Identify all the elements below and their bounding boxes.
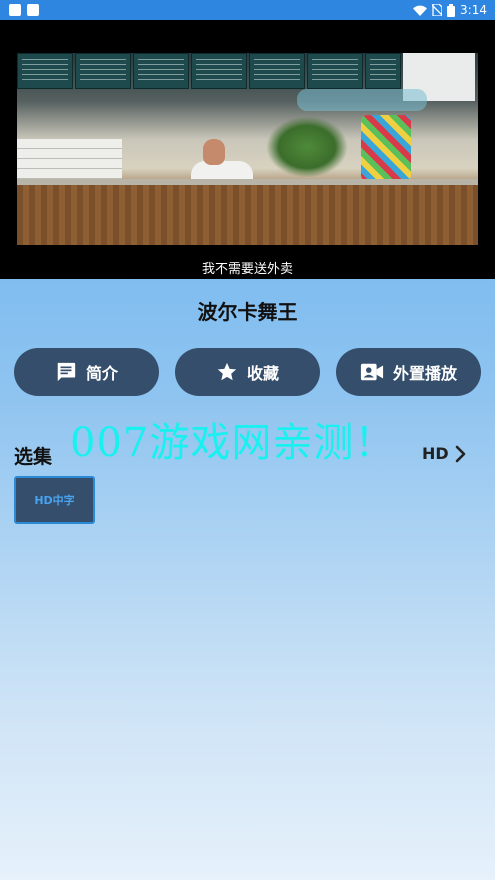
favorite-button[interactable]: 收藏 bbox=[175, 348, 320, 396]
battery-icon bbox=[447, 3, 456, 17]
status-time: 3:14 bbox=[460, 3, 487, 17]
menu-board bbox=[133, 53, 189, 89]
notification-icon bbox=[9, 4, 21, 16]
menu-board bbox=[365, 53, 401, 89]
menu-board bbox=[75, 53, 131, 89]
episode-chip-label: HD中字 bbox=[34, 494, 75, 507]
pizza-boxes bbox=[17, 139, 122, 181]
star-icon bbox=[217, 362, 237, 381]
video-player[interactable] bbox=[0, 20, 495, 279]
menu-board bbox=[249, 53, 305, 89]
external-play-button-label: 外置播放 bbox=[392, 364, 457, 383]
status-bar: 3:14 bbox=[0, 0, 495, 20]
favorite-button-label: 收藏 bbox=[246, 364, 279, 383]
menu-board bbox=[17, 53, 73, 89]
no-sim-icon bbox=[432, 4, 443, 16]
wifi-icon bbox=[413, 5, 428, 16]
person-head bbox=[203, 139, 225, 165]
episodes-heading: 选集 bbox=[14, 446, 53, 468]
intro-button[interactable]: 简介 bbox=[14, 348, 159, 396]
comment-icon bbox=[57, 362, 76, 382]
video-subtitle: 我不需要送外卖 bbox=[201, 262, 293, 277]
chevron-right-icon bbox=[455, 445, 465, 462]
episode-chip[interactable]: HD中字 bbox=[14, 476, 95, 524]
menu-board bbox=[191, 53, 247, 89]
counter bbox=[17, 179, 478, 245]
wall-lettering bbox=[297, 89, 427, 111]
chip-rack bbox=[361, 115, 411, 181]
notification-icon bbox=[27, 4, 39, 16]
external-play-button[interactable]: 外置播放 bbox=[336, 348, 481, 396]
quality-selector[interactable]: HD bbox=[422, 444, 467, 463]
intro-button-label: 简介 bbox=[85, 364, 118, 383]
quality-label: HD bbox=[422, 444, 449, 463]
video-frame bbox=[17, 53, 478, 245]
movie-title: 波尔卡舞王 bbox=[197, 300, 298, 324]
menu-board bbox=[307, 53, 363, 89]
watermark: 007游戏网亲测！ bbox=[70, 420, 396, 466]
video-account-icon bbox=[360, 363, 384, 381]
plant bbox=[267, 117, 347, 177]
